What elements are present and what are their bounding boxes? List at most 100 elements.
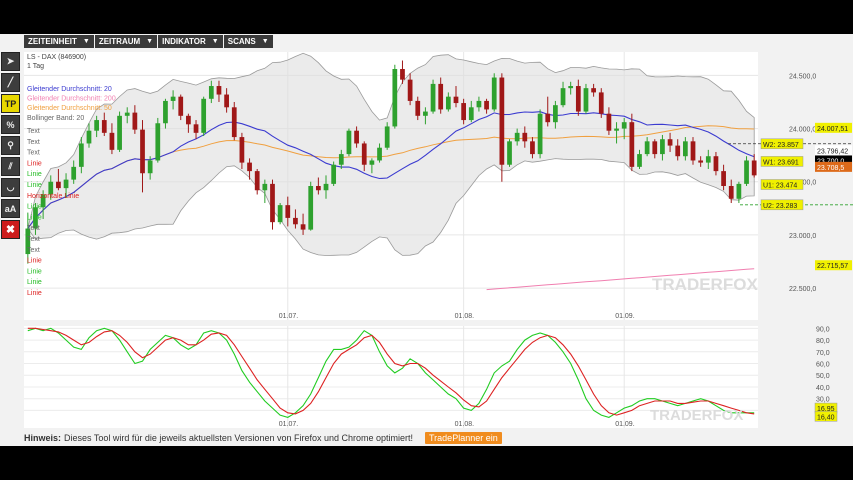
candle-body (660, 139, 665, 155)
candle-body (721, 171, 726, 186)
drawing-label: Text (27, 128, 40, 135)
candle-body (354, 130, 359, 144)
tradeplanner-button[interactable]: TradePlanner ein (425, 432, 502, 444)
candle-body (193, 124, 199, 133)
price-axis-tick: 24.500,0 (789, 73, 816, 80)
candle-body (468, 107, 474, 121)
candle-body (522, 132, 528, 142)
osc-x-tick: 01.07. (279, 421, 299, 428)
candle-body (514, 132, 520, 142)
drawing-label: Text (27, 150, 40, 157)
chart-canvas: TRADERFOX LS - DAX (846900) 1 Tag Gleitende… (24, 52, 853, 428)
price-label: U1: 23.474 (763, 183, 797, 190)
legend-item: Bollinger Band: 20 (27, 115, 84, 122)
price-label: W2: 23.857 (763, 142, 799, 149)
osc-axis-tick: 70,0 (816, 350, 830, 357)
candle-body (614, 128, 619, 131)
candle-body (109, 132, 115, 150)
candle-body (239, 137, 245, 163)
candle-body (568, 86, 574, 89)
candle-body (598, 92, 604, 114)
candle-body (415, 100, 421, 116)
candle-body (308, 186, 314, 230)
candle-body (346, 130, 352, 155)
candle-body (186, 115, 191, 125)
candle-body (140, 129, 145, 174)
candle-body (705, 156, 711, 163)
candle-body (438, 83, 444, 110)
candle-body (392, 69, 398, 127)
candle-body (315, 186, 321, 191)
candle-body (637, 154, 642, 167)
candle-body (484, 100, 489, 110)
drawing-label: Text (27, 225, 40, 232)
candle-body (224, 94, 229, 108)
candle-body (361, 143, 367, 165)
osc-watermark: TRADERFOX (650, 407, 743, 424)
candle-body (744, 160, 749, 184)
candle-body (369, 160, 375, 165)
legend-item: Gleitender Durchschnitt: 200 (27, 96, 116, 103)
candle-body (583, 88, 589, 112)
candle-body (407, 79, 413, 101)
price-axis-tick: 24.000,0 (789, 127, 816, 134)
candle-body (163, 100, 168, 124)
drawing-label: Text (27, 247, 40, 254)
candle-body (208, 86, 214, 99)
candle-body (553, 105, 558, 123)
candle-body (751, 160, 757, 176)
drawing-label: Linie (27, 258, 42, 265)
candle-body (56, 181, 61, 189)
legend-item: Gleitender Durchschnitt: 20 (27, 86, 112, 93)
drawing-label: Linie (27, 279, 42, 286)
chart-app: ZEITEINHEIT ▼ ZEITRAUM ▼ INDIKATOR ▼ SCANS ▼… (0, 34, 853, 446)
oscillator-panel-bg (24, 326, 758, 428)
candle-body (675, 145, 681, 157)
candle-body (606, 113, 612, 131)
hint-text: Dieses Tool wird für die jeweils aktuell… (64, 433, 414, 443)
price-label: 23.708,5 (817, 165, 844, 172)
candle-body (117, 115, 122, 150)
osc-axis-tick: 30,0 (816, 397, 830, 404)
candle-body (101, 120, 107, 133)
candle-body (254, 171, 260, 191)
candle-body (690, 141, 696, 161)
candle-body (713, 156, 719, 172)
price-x-tick: 01.08. (455, 313, 475, 320)
osc-axis-tick: 60,0 (816, 362, 830, 369)
candle-body (591, 88, 596, 93)
candle-body (491, 77, 497, 110)
candle-body (132, 112, 138, 130)
price-label: 24.007,51 (817, 126, 848, 133)
candle-body (323, 183, 329, 191)
price-label: 22.715,57 (817, 263, 848, 270)
osc-axis-tick: 80,0 (816, 338, 830, 345)
candle-body (629, 122, 635, 167)
candle-body (201, 98, 207, 133)
drawing-label: Linie (27, 182, 42, 189)
candle-body (63, 179, 69, 189)
candle-body (147, 160, 153, 174)
candle-body (285, 205, 291, 218)
candle-body (94, 120, 100, 131)
osc-axis-tick: 90,0 (816, 326, 830, 333)
drawing-label: Linie (27, 171, 42, 178)
price-label: 23.796,42 (817, 148, 848, 155)
candle-body (300, 224, 306, 230)
candle-body (124, 112, 130, 116)
candle-body (262, 183, 268, 191)
candle-body (682, 141, 688, 157)
candle-body (178, 96, 184, 116)
hint-label: Hinweis: (24, 433, 62, 443)
candle-body (216, 86, 222, 95)
candle-body (736, 183, 742, 199)
osc-x-tick: 01.09. (615, 421, 635, 428)
legend-item: Gleitender Durchschnitt: 50 (27, 105, 112, 112)
candle-body (698, 160, 704, 163)
candle-body (293, 217, 298, 225)
chart-title: LS - DAX (846900) (27, 54, 86, 61)
candle-body (155, 123, 161, 161)
price-watermark: TRADERFOX (652, 275, 758, 294)
candle-body (476, 100, 482, 108)
candle-body (560, 88, 566, 106)
